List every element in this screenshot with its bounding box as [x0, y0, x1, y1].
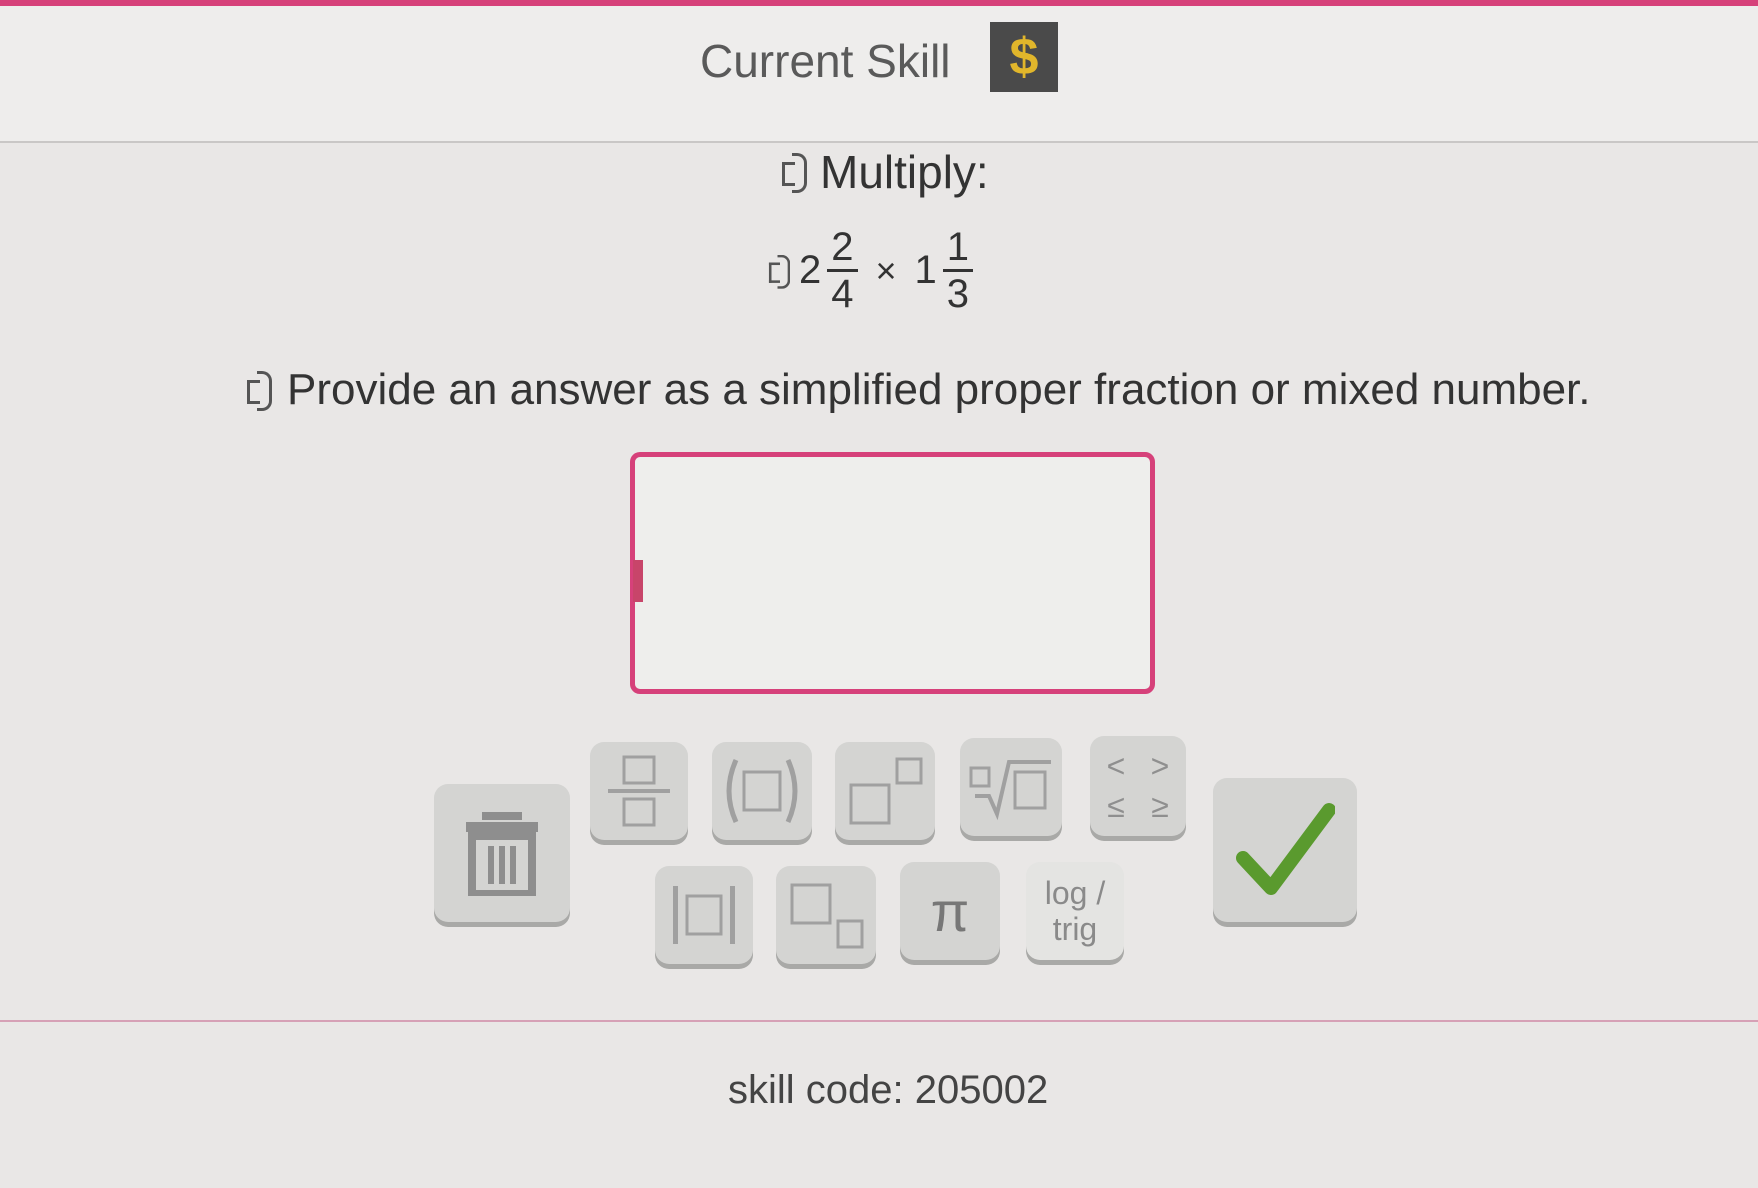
answer-input[interactable] [630, 452, 1155, 694]
absolute-value-key[interactable] [655, 866, 753, 964]
greater-than-symbol: > [1150, 747, 1170, 784]
comparison-key[interactable]: < > ≤ ≥ [1090, 736, 1186, 836]
dollar-badge[interactable]: $ [990, 22, 1058, 92]
root-key[interactable] [960, 738, 1062, 836]
exponent-key[interactable] [835, 742, 935, 840]
footer-divider [0, 1020, 1758, 1022]
denominator: 3 [946, 272, 970, 316]
multiply-operator: × [875, 249, 897, 291]
mixed-number-right: 1 1 3 [915, 225, 974, 316]
numerator: 2 [827, 225, 858, 272]
root-icon [969, 760, 1051, 821]
parentheses-key[interactable] [712, 742, 812, 840]
clear-button[interactable] [434, 784, 570, 922]
subscript-icon [790, 883, 864, 949]
prompt-text: Multiply: [820, 146, 989, 198]
parentheses-icon [726, 758, 798, 824]
math-expression: 2 2 4 × 1 1 3 [765, 225, 974, 316]
speaker-icon[interactable] [780, 150, 810, 194]
subscript-key[interactable] [776, 866, 876, 964]
current-skill-title: Current Skill [700, 35, 951, 87]
question-prompt: Multiply: [780, 145, 989, 199]
header: Current Skill $ [0, 6, 1758, 143]
log-trig-key[interactable]: log / trig [1026, 862, 1124, 960]
numerator: 1 [942, 225, 974, 272]
speaker-icon[interactable] [245, 368, 275, 412]
whole-part: 1 [914, 248, 937, 292]
fraction: 1 3 [942, 225, 974, 316]
fraction: 2 4 [827, 225, 858, 316]
less-than-symbol: < [1106, 747, 1126, 784]
pi-key[interactable]: π [900, 862, 1000, 960]
whole-part: 2 [799, 248, 822, 292]
exponent-icon [849, 757, 923, 825]
denominator: 4 [831, 272, 854, 316]
greater-equal-symbol: ≥ [1151, 787, 1169, 824]
skill-code: skill code: 205002 [728, 1068, 1049, 1112]
fraction-icon [608, 755, 670, 827]
instruction-text: Provide an answer as a simplified proper… [287, 365, 1591, 414]
instruction: Provide an answer as a simplified proper… [245, 365, 1591, 415]
absolute-value-icon [673, 886, 735, 944]
speaker-icon[interactable] [767, 252, 793, 289]
checkmark-icon [1236, 803, 1335, 895]
trig-label: trig [1052, 911, 1098, 947]
less-equal-symbol: ≤ [1107, 787, 1125, 824]
log-label: log / [1044, 875, 1106, 911]
fraction-key[interactable] [590, 742, 688, 840]
mixed-number-left: 2 2 4 [799, 225, 858, 316]
trash-icon [466, 812, 538, 896]
submit-button[interactable] [1213, 778, 1357, 922]
